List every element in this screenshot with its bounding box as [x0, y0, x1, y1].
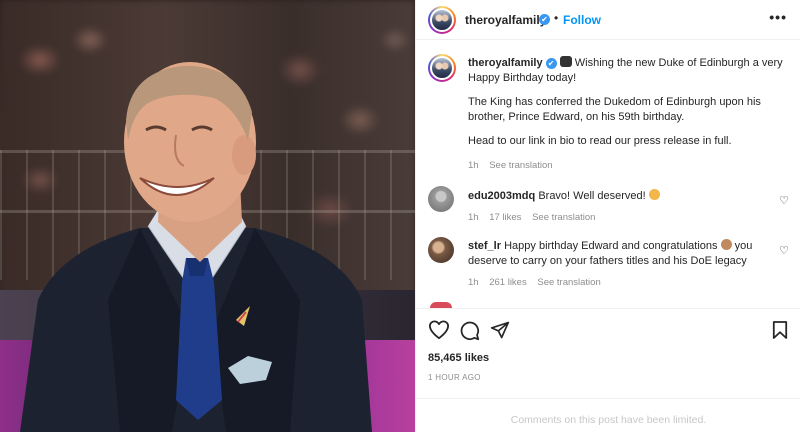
- follow-button[interactable]: Follow: [563, 13, 601, 27]
- caption-line-3: Head to our link in bio to read our pres…: [468, 135, 732, 147]
- caption-handle[interactable]: theroyalfamily: [468, 57, 543, 69]
- comment-icon[interactable]: [459, 320, 480, 341]
- comment-age: 1h: [468, 277, 479, 288]
- comment-meta: 1h 17 likes See translation: [468, 210, 773, 225]
- more-options-icon[interactable]: •••: [769, 9, 787, 25]
- smiling-man-in-suit: [20, 62, 372, 432]
- comment-text-part-1: Happy birthday Edward and congratulation…: [504, 240, 718, 252]
- comment-text: Bravo! Well deserved!: [538, 190, 646, 202]
- caption-see-translation[interactable]: See translation: [489, 160, 552, 171]
- comment-meta: 1h 261 likes See translation: [468, 275, 773, 290]
- verified-badge-icon: ✔: [539, 14, 550, 25]
- commenter-avatar[interactable]: [428, 186, 454, 212]
- post-image[interactable]: [0, 0, 415, 432]
- post-timestamp: 1 HOUR AGO: [428, 373, 481, 382]
- comments-limited-notice: Comments on this post have been limited.: [416, 398, 800, 432]
- commenter-handle[interactable]: edu2003mdq: [468, 190, 535, 202]
- bookmark-icon[interactable]: [772, 320, 788, 340]
- post-detail-panel: theroyalfamily ✔ • Follow ••• theroyalfa…: [415, 0, 800, 432]
- comment-see-translation[interactable]: See translation: [532, 212, 595, 223]
- comment-like-heart-icon[interactable]: ♡: [779, 194, 789, 207]
- share-icon[interactable]: [490, 320, 510, 340]
- commenter-handle[interactable]: stef_lr: [468, 240, 501, 252]
- clap-emoji-icon: [648, 189, 660, 200]
- caption-line-2: The King has conferred the Dukedom of Ed…: [468, 96, 761, 123]
- comment-likes[interactable]: 17 likes: [489, 212, 521, 223]
- comment-likes[interactable]: 261 likes: [489, 277, 527, 288]
- comment-see-translation[interactable]: See translation: [537, 277, 600, 288]
- action-bar: [416, 318, 800, 344]
- caption-avatar[interactable]: [428, 54, 456, 82]
- celebrate-emoji-icon: [559, 56, 572, 67]
- comment-age: 1h: [468, 212, 479, 223]
- account-avatar[interactable]: [428, 6, 456, 34]
- header-separator: •: [554, 11, 559, 25]
- caption-meta: 1h See translation: [468, 158, 788, 173]
- verified-badge-icon: ✔: [545, 57, 557, 69]
- actions-divider: [416, 308, 800, 309]
- caption-age: 1h: [468, 160, 479, 171]
- face-emoji-icon: [720, 239, 732, 250]
- like-heart-icon[interactable]: [428, 320, 450, 340]
- comment-like-heart-icon[interactable]: ♡: [779, 244, 789, 257]
- commenter-avatar[interactable]: [428, 237, 454, 263]
- post-header: theroyalfamily ✔ • Follow •••: [416, 0, 800, 40]
- likes-count[interactable]: 85,465 likes: [428, 352, 489, 364]
- account-handle[interactable]: theroyalfamily: [465, 13, 546, 27]
